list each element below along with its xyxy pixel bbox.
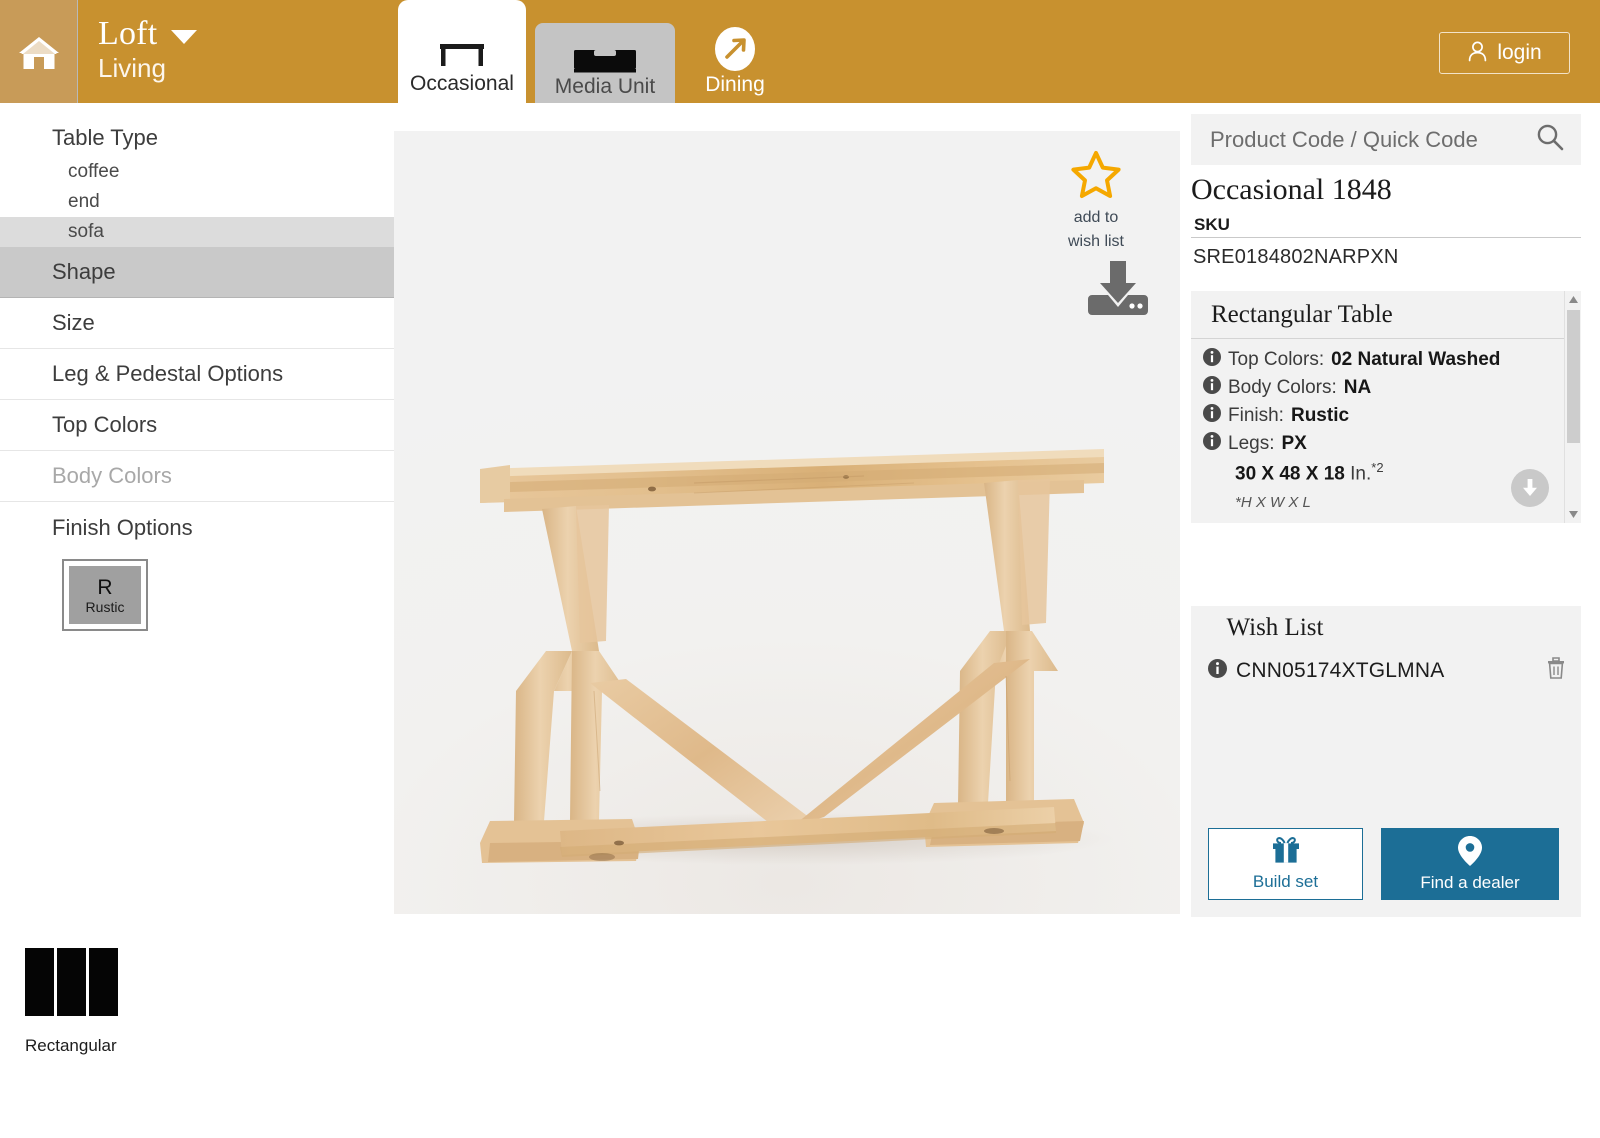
spec-row-body-colors: Body Colors: NA: [1203, 376, 1581, 400]
gift-icon: [1271, 836, 1301, 869]
spec-label-top-colors: Top Colors:: [1228, 349, 1325, 370]
spec-scrollbar-thumb[interactable]: [1567, 310, 1580, 443]
sidebar-item-shape[interactable]: Shape: [0, 247, 394, 298]
finish-swatch-chip: R Rustic: [69, 566, 141, 624]
tab-media-unit-label: Media Unit: [554, 75, 656, 98]
spec-value-top-colors: 02 Natural Washed: [1331, 349, 1501, 370]
spec-label-finish: Finish:: [1228, 405, 1284, 426]
finish-swatch-name: Rustic: [85, 598, 125, 615]
star-outline-icon: [1070, 149, 1122, 204]
search-input[interactable]: [1210, 126, 1528, 153]
app-root: Loft Living Occasional Media Unit Dining…: [0, 0, 1600, 1138]
spec-value-legs: PX: [1281, 433, 1307, 454]
rectangular-shape-icon[interactable]: [25, 948, 118, 1016]
info-icon[interactable]: [1203, 404, 1221, 428]
spec-row-top-colors: Top Colors: 02 Natural Washed: [1203, 348, 1581, 372]
sidebar-item-sofa[interactable]: sofa: [0, 217, 394, 247]
spec-dimensions-note: *2: [1371, 460, 1384, 475]
brand-selector[interactable]: Loft: [98, 16, 393, 52]
scroll-down-arrow-icon[interactable]: [1565, 506, 1581, 523]
login-label: login: [1497, 41, 1542, 64]
wish-list-title: Wish List: [1226, 614, 1324, 641]
shape-bar-2: [57, 948, 86, 1016]
sidebar-item-end[interactable]: end: [0, 187, 394, 217]
sku-value: SRE0184802NARPXN: [1193, 246, 1399, 268]
scroll-up-arrow-icon[interactable]: [1565, 291, 1581, 308]
brand-name: Loft: [98, 15, 158, 52]
finish-swatch-group: R Rustic: [0, 553, 394, 631]
wish-list-card: Wish List CNN05174XTGLMNA Build set Find…: [1191, 606, 1581, 917]
add-to-wish-list-line1: add to: [1073, 209, 1119, 226]
spec-scrollbar[interactable]: [1564, 291, 1581, 523]
product-spec-card: Rectangular Table Top Colors: 02 Natural…: [1191, 291, 1581, 523]
tab-dining[interactable]: Dining: [689, 11, 781, 103]
login-button[interactable]: login: [1439, 32, 1570, 74]
home-icon: [17, 32, 61, 72]
selected-shape-block: Rectangular: [25, 948, 118, 1056]
sidebar-item-body-colors: Body Colors: [0, 451, 394, 502]
home-button[interactable]: [0, 0, 78, 103]
map-pin-icon: [1457, 835, 1483, 872]
scroll-more-down-icon[interactable]: [1511, 469, 1549, 507]
build-set-label: Build set: [1252, 872, 1319, 891]
spec-row-legs: Legs: PX: [1203, 432, 1581, 456]
wish-list-tab[interactable]: Wish List: [1191, 606, 1359, 650]
list-item[interactable]: CNN05174XTGLMNA: [1191, 650, 1581, 685]
find-a-dealer-button[interactable]: Find a dealer: [1381, 828, 1559, 900]
brand-block: Loft Living: [78, 0, 393, 103]
sku-divider: [1191, 237, 1581, 238]
chevron-down-icon[interactable]: [171, 29, 198, 44]
download-icon: [1088, 261, 1148, 319]
add-to-wish-list-line2: wish list: [1067, 233, 1124, 250]
spec-row-finish: Finish: Rustic: [1203, 404, 1581, 428]
add-to-wish-list-button[interactable]: add to wish list: [1044, 149, 1148, 252]
sku-label: SKU: [1194, 215, 1230, 234]
build-set-button[interactable]: Build set: [1208, 828, 1363, 900]
sidebar-item-coffee[interactable]: coffee: [0, 157, 394, 187]
occasional-table-icon: [438, 38, 486, 68]
product-detail-panel: Occasional 1848 SKU SRE0184802NARPXN Rec…: [1180, 103, 1600, 1138]
brand-subtitle: Living: [98, 52, 166, 83]
info-icon[interactable]: [1203, 348, 1221, 372]
spec-label-body-colors: Body Colors:: [1228, 377, 1337, 398]
product-code-search[interactable]: [1191, 114, 1581, 165]
sidebar-item-leg-pedestal-options[interactable]: Leg & Pedestal Options: [0, 349, 394, 400]
spec-value-finish: Rustic: [1290, 405, 1350, 426]
spec-label-legs: Legs:: [1228, 433, 1275, 454]
finish-options-title: Finish Options: [52, 514, 193, 540]
search-icon[interactable]: [1536, 123, 1564, 156]
app-header: Loft Living Occasional Media Unit Dining…: [0, 0, 1600, 103]
sidebar-item-top-colors[interactable]: Top Colors: [0, 400, 394, 451]
tab-media-unit[interactable]: Media Unit: [535, 23, 675, 103]
info-icon[interactable]: [1208, 658, 1227, 683]
tab-occasional-label: Occasional: [410, 72, 514, 95]
category-tabs: Occasional Media Unit Dining: [398, 0, 781, 103]
spec-dimensions-value: 30 X 48 X 18: [1235, 463, 1345, 485]
finish-swatch-letter: R: [97, 575, 113, 599]
info-icon[interactable]: [1203, 376, 1221, 400]
spec-card-heading: Rectangular Table: [1191, 291, 1581, 339]
wish-list-actions: Build set Find a dealer: [1208, 828, 1559, 900]
download-button[interactable]: [1088, 259, 1148, 320]
shape-label: Rectangular: [25, 1036, 117, 1055]
shape-bar-3: [89, 948, 118, 1016]
product-image-stage: add to wish list: [394, 131, 1180, 914]
sidebar-item-size[interactable]: Size: [0, 298, 394, 349]
options-sidebar: Table Type coffee end sofa Shape Size Le…: [0, 103, 394, 1138]
spec-dimensions-unit: In.: [1350, 463, 1372, 485]
find-a-dealer-label: Find a dealer: [1420, 873, 1520, 892]
info-icon[interactable]: [1203, 432, 1221, 456]
dining-arrow-icon: [712, 27, 758, 72]
shape-bar-1: [25, 948, 54, 1016]
media-unit-icon: [574, 45, 636, 73]
finish-swatch-rustic[interactable]: R Rustic: [62, 559, 148, 631]
spec-value-body-colors: NA: [1343, 377, 1372, 398]
page-title: Occasional 1848: [1191, 173, 1392, 206]
trash-icon[interactable]: [1545, 656, 1567, 685]
wish-list-item-code: CNN05174XTGLMNA: [1236, 658, 1445, 682]
tab-occasional[interactable]: Occasional: [398, 0, 526, 103]
user-icon: [1467, 40, 1488, 67]
table-type-title: Table Type: [52, 125, 159, 150]
tab-dining-label: Dining: [705, 73, 765, 96]
